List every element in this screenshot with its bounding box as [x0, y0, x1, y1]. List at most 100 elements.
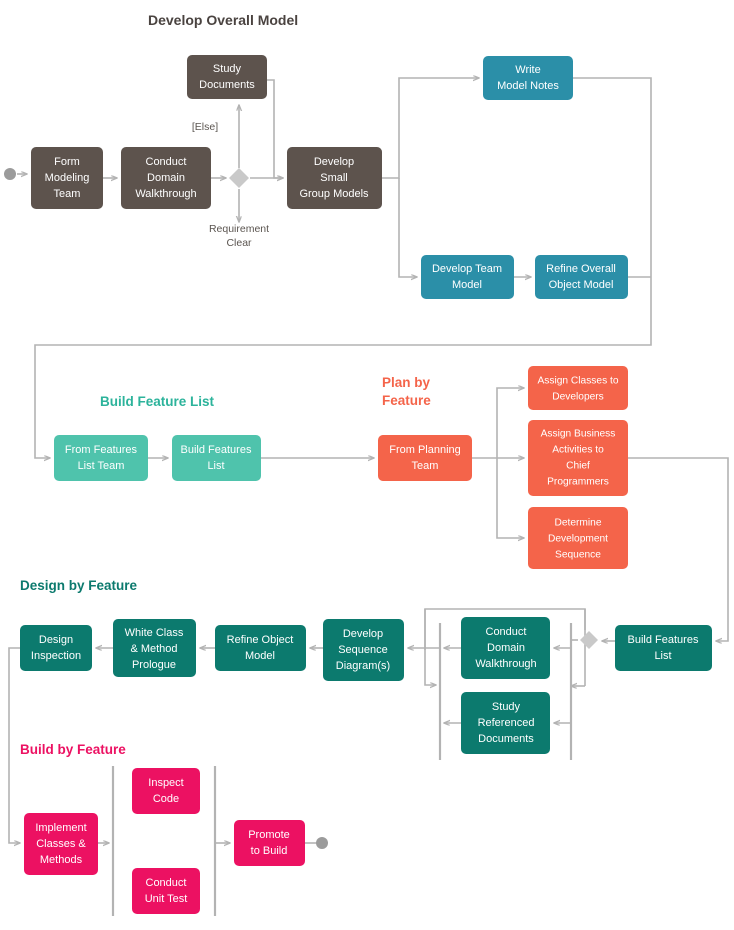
svg-text:Unit Test: Unit Test: [145, 893, 188, 905]
node-box: [528, 366, 628, 410]
phase-title-build-by-feature: Build by Feature: [20, 742, 126, 757]
edge-planning-team-to-determine-sequence: [496, 458, 524, 538]
edge-label-requirement-clear-line1: Requirement: [209, 223, 269, 235]
svg-text:Study: Study: [492, 701, 521, 713]
node-develop-team-model[interactable]: Develop Team Model: [421, 255, 514, 299]
node-box: [615, 625, 712, 671]
edge-planning-team-to-assign-classes: [496, 388, 524, 458]
node-box: [172, 435, 261, 481]
svg-text:Small: Small: [320, 172, 348, 184]
svg-text:Inspection: Inspection: [31, 650, 81, 662]
node-from-planning-team[interactable]: From Planning Team: [378, 435, 472, 481]
edge-design-inspection-to-implement-classes: [8, 647, 20, 843]
svg-text:Walkthrough: Walkthrough: [135, 188, 196, 200]
svg-text:From Planning: From Planning: [389, 444, 461, 456]
svg-text:Team: Team: [412, 460, 439, 472]
svg-text:Write: Write: [515, 64, 540, 76]
svg-text:Design: Design: [39, 634, 73, 646]
node-white-class-method-prologue[interactable]: White Class & Method Prologue: [113, 619, 196, 677]
node-box: [215, 625, 306, 671]
svg-text:List: List: [207, 460, 224, 472]
node-refine-overall-object-model[interactable]: Refine Overall Object Model: [535, 255, 628, 299]
node-determine-development-sequence[interactable]: Determine Development Sequence: [528, 507, 628, 569]
node-box: [234, 820, 305, 866]
node-conduct-domain-walkthrough-2[interactable]: Conduct Domain Walkthrough: [461, 617, 550, 679]
node-write-model-notes[interactable]: Write Model Notes: [483, 56, 573, 100]
flowchart-diagram: Form Modeling Team Conduct Domain Walkth…: [0, 0, 734, 930]
svg-text:Implement: Implement: [35, 822, 86, 834]
phase-title-build-feature-list: Build Feature List: [100, 394, 215, 409]
svg-text:Classes &: Classes &: [36, 838, 86, 850]
edge-assign-business-to-build-features-list-bottom: [628, 457, 729, 641]
nodes: Form Modeling Team Conduct Domain Walkth…: [20, 55, 712, 914]
svg-text:Developers: Developers: [552, 392, 604, 403]
node-implement-classes-methods[interactable]: Implement Classes & Methods: [24, 813, 98, 875]
node-refine-object-model[interactable]: Refine Object Model: [215, 625, 306, 671]
flowchart-canvas: Form Modeling Team Conduct Domain Walkth…: [4, 12, 729, 916]
node-assign-classes-to-developers[interactable]: Assign Classes to Developers: [528, 366, 628, 410]
node-box: [54, 435, 148, 481]
svg-text:Inspect: Inspect: [148, 777, 183, 789]
phase-title-plan-by-feature-line1: Plan by: [382, 375, 431, 390]
svg-text:Conduct: Conduct: [146, 877, 187, 889]
svg-text:Model: Model: [452, 279, 482, 291]
svg-text:Diagram(s): Diagram(s): [336, 660, 390, 672]
svg-text:List: List: [654, 650, 671, 662]
svg-text:List Team: List Team: [78, 460, 125, 472]
node-box: [132, 868, 200, 914]
node-box: [187, 55, 267, 99]
svg-text:Development: Development: [548, 534, 608, 545]
node-conduct-unit-test[interactable]: Conduct Unit Test: [132, 868, 200, 914]
svg-text:Study: Study: [213, 63, 242, 75]
node-study-documents[interactable]: Study Documents: [187, 55, 267, 99]
decision-diamond-requirement: [229, 168, 249, 188]
svg-text:Documents: Documents: [199, 79, 255, 91]
node-box: [421, 255, 514, 299]
end-terminal-dot: [316, 837, 328, 849]
svg-text:White Class: White Class: [125, 627, 184, 639]
svg-text:Conduct: Conduct: [146, 156, 187, 168]
diagram-title: Develop Overall Model: [148, 12, 298, 28]
node-promote-to-build[interactable]: Promote to Build: [234, 820, 305, 866]
svg-text:Referenced: Referenced: [478, 717, 535, 729]
phase-title-design-by-feature: Design by Feature: [20, 578, 138, 593]
svg-text:Build Features: Build Features: [628, 634, 699, 646]
node-develop-small-group-models[interactable]: Develop Small Group Models: [287, 147, 382, 209]
node-develop-sequence-diagrams[interactable]: Develop Sequence Diagram(s): [323, 619, 404, 681]
svg-text:Model Notes: Model Notes: [497, 80, 559, 92]
svg-text:Team: Team: [54, 188, 81, 200]
node-conduct-domain-walkthrough[interactable]: Conduct Domain Walkthrough: [121, 147, 211, 209]
svg-text:Build Features: Build Features: [181, 444, 252, 456]
svg-text:Refine Object: Refine Object: [227, 634, 294, 646]
svg-text:Sequence: Sequence: [555, 550, 601, 561]
node-design-inspection[interactable]: Design Inspection: [20, 625, 92, 671]
svg-text:Sequence: Sequence: [338, 644, 388, 656]
node-box: [483, 56, 573, 100]
node-from-features-list-team[interactable]: From Features List Team: [54, 435, 148, 481]
node-study-referenced-documents[interactable]: Study Referenced Documents: [461, 692, 550, 754]
edge-label-requirement-clear-line2: Clear: [226, 237, 252, 249]
svg-text:to Build: to Build: [251, 845, 288, 857]
svg-text:Model: Model: [245, 650, 275, 662]
svg-text:Object Model: Object Model: [549, 279, 614, 291]
svg-text:Programmers: Programmers: [547, 477, 609, 488]
node-box: [378, 435, 472, 481]
node-box: [20, 625, 92, 671]
svg-text:Assign Business: Assign Business: [541, 429, 616, 440]
node-assign-business-activities[interactable]: Assign Business Activities to Chief Prog…: [528, 420, 628, 496]
node-build-features-list-bottom[interactable]: Build Features List: [615, 625, 712, 671]
svg-text:Code: Code: [153, 793, 179, 805]
svg-text:Develop Team: Develop Team: [432, 263, 502, 275]
node-inspect-code[interactable]: Inspect Code: [132, 768, 200, 814]
node-box: [535, 255, 628, 299]
phase-title-plan-by-feature-line2: Feature: [382, 393, 431, 408]
svg-text:Chief: Chief: [566, 461, 590, 472]
svg-text:Domain: Domain: [147, 172, 185, 184]
node-build-features-list-top[interactable]: Build Features List: [172, 435, 261, 481]
edge-small-group-to-develop-team-model: [398, 178, 417, 277]
node-form-modeling-team[interactable]: Form Modeling Team: [31, 147, 103, 209]
edge-study-documents-to-small-group: [267, 79, 283, 178]
svg-text:Group Models: Group Models: [299, 188, 369, 200]
svg-text:Prologue: Prologue: [132, 659, 176, 671]
svg-text:Conduct: Conduct: [486, 626, 527, 638]
